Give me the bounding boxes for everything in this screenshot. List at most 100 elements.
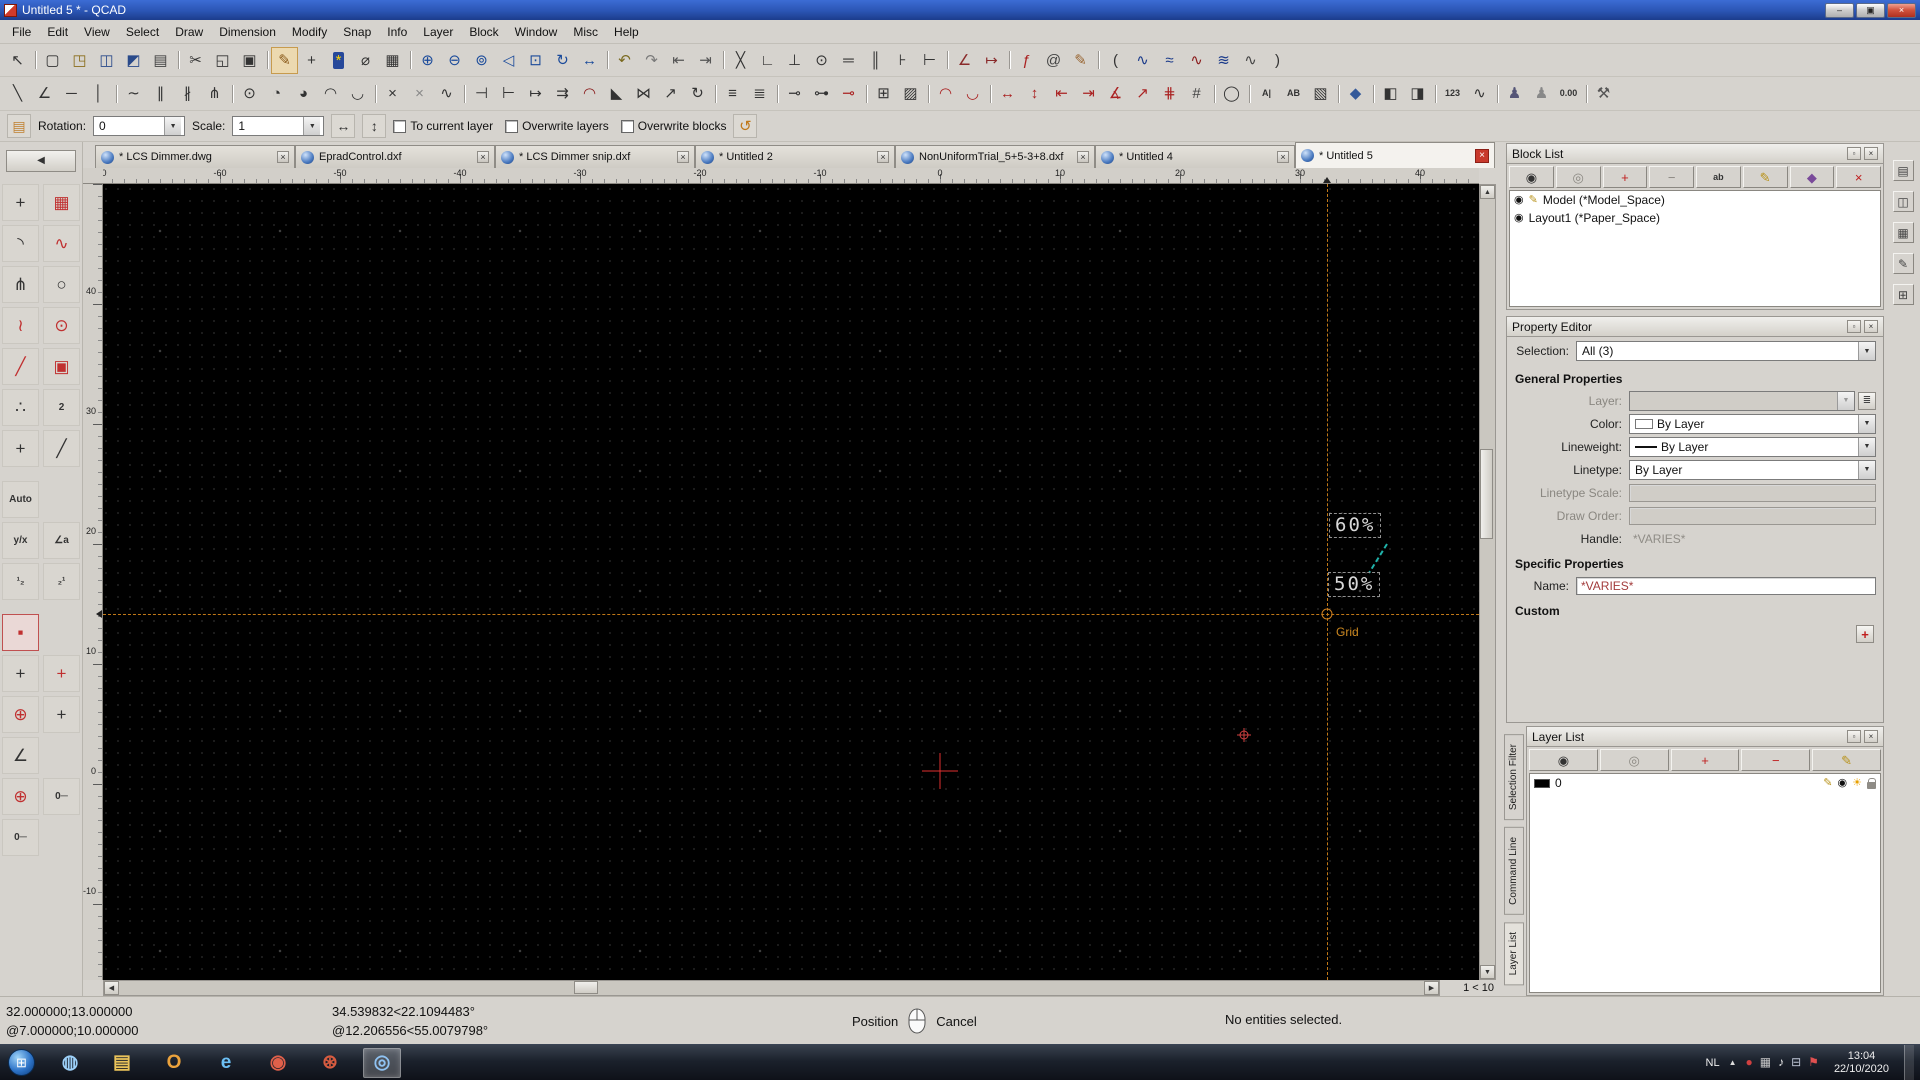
circle-center-point-icon[interactable]: ⊙ <box>236 80 263 107</box>
viewport-icon[interactable]: ◧ <box>1377 80 1404 107</box>
scatter-tool-icon[interactable]: ∴ <box>2 389 39 426</box>
point-cross-icon[interactable]: × <box>379 80 406 107</box>
selection-combo[interactable]: All (3) ▼ <box>1576 341 1876 361</box>
chevron-down-icon[interactable]: ▼ <box>1858 415 1875 433</box>
tab-close-icon[interactable]: × <box>1475 149 1489 163</box>
dim-vertical-icon[interactable]: ⇥ <box>1075 80 1102 107</box>
align-icon[interactable]: ≡ <box>719 80 746 107</box>
scroll-up-icon[interactable]: ▲ <box>1480 185 1495 199</box>
circle-tool-icon[interactable]: ○ <box>43 266 80 303</box>
zoom-auto-icon[interactable]: ⊚ <box>468 47 495 74</box>
menu-item[interactable]: Edit <box>39 22 76 42</box>
polyline-edit-icon[interactable]: ⊸ <box>781 80 808 107</box>
trim-icon[interactable]: ⊣ <box>468 80 495 107</box>
language-indicator[interactable]: NL <box>1706 1057 1720 1069</box>
dim-ordinate-icon[interactable]: ⋕ <box>1156 80 1183 107</box>
fillet-icon[interactable]: ◠ <box>576 80 603 107</box>
branch-tool-icon[interactable]: ⋔ <box>2 266 39 303</box>
constraint-close-icon[interactable]: ) <box>1264 47 1291 74</box>
dim-leader-icon[interactable]: ↗ <box>1129 80 1156 107</box>
tray-flag-icon[interactable]: ⚑ <box>1808 1056 1819 1069</box>
dock-tab[interactable]: Selection Filter <box>1504 734 1524 820</box>
line-vertical-icon[interactable]: │ <box>85 80 112 107</box>
menu-item[interactable]: File <box>4 22 39 42</box>
tray-volume-icon[interactable]: ♪ <box>1778 1056 1784 1069</box>
selected-text-entity[interactable]: 50% <box>1328 572 1380 597</box>
digits-icon[interactable]: 123 <box>1439 80 1466 107</box>
restrict-horizontal-icon[interactable]: 0─ <box>43 778 80 815</box>
linetype-combo[interactable]: By Layer ▼ <box>1629 460 1876 480</box>
menu-item[interactable]: Dimension <box>211 22 284 42</box>
taskbar-qcad-active-icon[interactable]: ◎ <box>363 1048 401 1078</box>
snap-reference-icon[interactable]: ▪ <box>2 614 39 651</box>
block-row[interactable]: ◉ Layout1 (*Paper_Space) <box>1510 209 1880 227</box>
tab-close-icon[interactable]: × <box>1077 151 1089 163</box>
float-panel-icon[interactable]: ▫ <box>1847 320 1861 333</box>
hide-all-blocks-icon[interactable]: ◎ <box>1556 166 1601 188</box>
horizontal-scrollbar[interactable]: ◀ ▶ <box>103 980 1440 996</box>
checkbox-box[interactable] <box>393 120 406 133</box>
menu-item[interactable]: Block <box>461 22 506 42</box>
new-file-icon[interactable]: ▢ <box>39 47 66 74</box>
show-all-layers-icon[interactable]: ◉ <box>1529 749 1598 771</box>
pan-icon[interactable]: + <box>298 47 325 74</box>
insert-block-icon[interactable]: ◆ <box>1790 166 1835 188</box>
coord-relative-icon[interactable]: ₂¹ <box>43 563 80 600</box>
grid-toggle-icon[interactable]: ▦ <box>379 47 406 74</box>
dock-library-icon[interactable]: ◫ <box>1893 191 1914 212</box>
table-icon[interactable]: ⊞ <box>870 80 897 107</box>
document-tab[interactable]: NonUniformTrial_5+5-3+8.dxf × <box>895 145 1095 168</box>
snap-free-icon[interactable]: + <box>2 655 39 692</box>
snap-grid-icon[interactable]: + <box>43 655 80 692</box>
minimize-button[interactable]: – <box>1825 3 1854 18</box>
show-desktop-button[interactable] <box>1904 1045 1914 1080</box>
point-cross2-icon[interactable]: × <box>406 80 433 107</box>
arc-tangent-icon[interactable]: ◡ <box>344 80 371 107</box>
tab-close-icon[interactable]: × <box>677 151 689 163</box>
eu-stars-icon[interactable]: * <box>325 47 352 74</box>
taskbar-explorer-icon[interactable]: ▤ <box>103 1048 141 1078</box>
snap-intersection-icon[interactable]: ╳ <box>727 47 754 74</box>
layer-visible-icon[interactable]: ◉ <box>1838 778 1848 789</box>
curve-tool-icon[interactable]: ≀ <box>2 307 39 344</box>
float-panel-icon[interactable]: ▫ <box>1847 147 1861 160</box>
view-back-icon[interactable]: ⇤ <box>665 47 692 74</box>
add-custom-property-icon[interactable]: + <box>1856 625 1874 643</box>
edit-layer-icon[interactable]: ✎ <box>1812 749 1881 771</box>
two-copies-tool-icon[interactable]: 2 <box>43 389 80 426</box>
block-person-icon[interactable]: ♟ <box>1528 80 1555 107</box>
selection-box-tool-icon[interactable]: ▣ <box>43 348 80 385</box>
line-parallel-point-icon[interactable]: ∦ <box>174 80 201 107</box>
show-all-blocks-icon[interactable]: ◉ <box>1509 166 1554 188</box>
freehand-tool-icon[interactable]: ∿ <box>43 225 80 262</box>
block-row[interactable]: ◉ ✎ Model (*Model_Space) <box>1510 191 1880 209</box>
view-forward-icon[interactable]: ⇥ <box>692 47 719 74</box>
tab-close-icon[interactable]: × <box>277 151 289 163</box>
property-painter-icon[interactable]: ✎ <box>271 47 298 74</box>
h-scroll-thumb[interactable] <box>574 981 598 994</box>
v-scroll-thumb[interactable] <box>1480 449 1493 539</box>
scroll-right-icon[interactable]: ▶ <box>1424 981 1439 995</box>
checkbox-box[interactable] <box>505 120 518 133</box>
taskbar-ie-icon[interactable]: e <box>207 1048 245 1078</box>
chevron-down-icon[interactable]: ▼ <box>164 117 181 135</box>
info-angle-icon[interactable]: ∠ <box>951 47 978 74</box>
dock-edit-icon[interactable]: ✎ <box>1893 253 1914 274</box>
float-panel-icon[interactable]: ▫ <box>1847 730 1861 743</box>
line-arc-tool-icon[interactable]: ◝ <box>2 225 39 262</box>
option-checkbox[interactable]: To current layer <box>393 119 493 133</box>
tab-close-icon[interactable]: × <box>477 151 489 163</box>
document-tab[interactable]: * Untitled 4 × <box>1095 145 1295 168</box>
snap-target-icon[interactable]: ⊕ <box>2 778 39 815</box>
menu-item[interactable]: Select <box>118 22 167 42</box>
restrict-off-icon[interactable]: 0─ <box>2 819 39 856</box>
snap-end-icon[interactable]: ∟ <box>754 47 781 74</box>
flip-vertical-button[interactable]: ↕ <box>362 114 386 138</box>
snap-angle-icon[interactable]: ∠ <box>2 737 39 774</box>
coord-polar-icon[interactable]: ∠a <box>43 522 80 559</box>
node-delete-icon[interactable]: ⊸ <box>835 80 862 107</box>
brush-icon[interactable]: ✎ <box>1067 47 1094 74</box>
zoom-redraw-icon[interactable]: ↻ <box>549 47 576 74</box>
document-tab[interactable]: * LCS Dimmer.dwg × <box>95 145 295 168</box>
scroll-left-icon[interactable]: ◀ <box>104 981 119 995</box>
